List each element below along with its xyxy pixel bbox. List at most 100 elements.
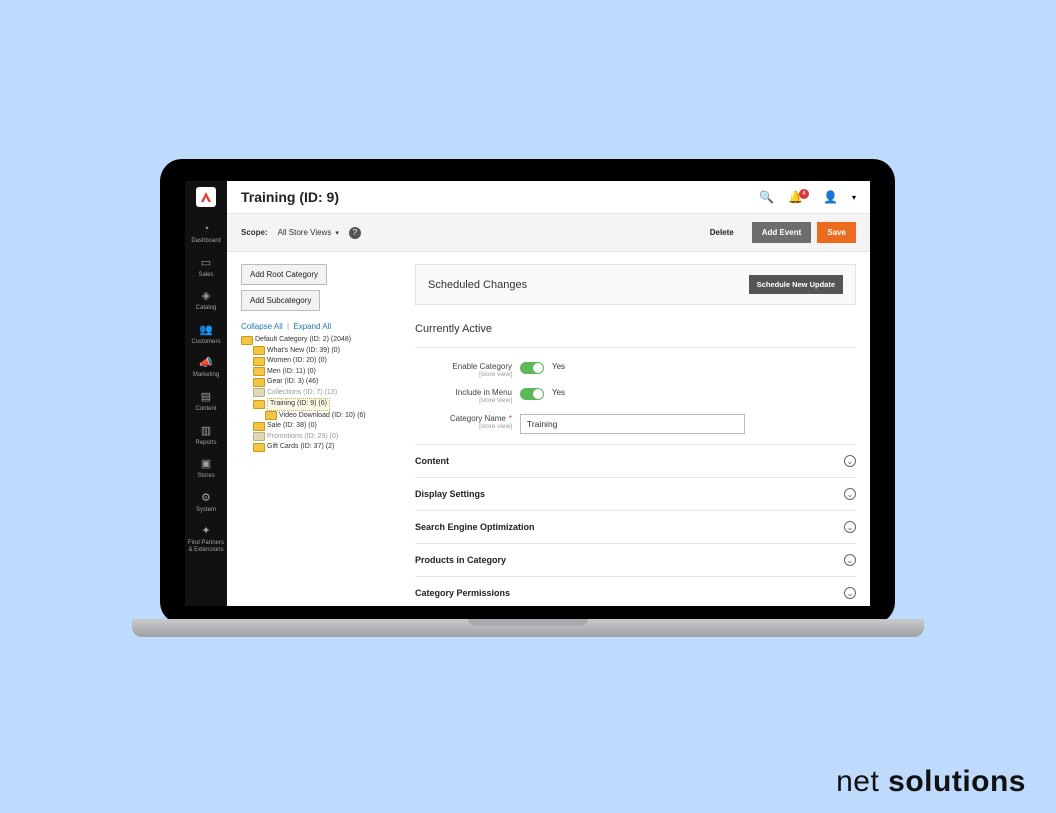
folder-icon: [253, 367, 265, 376]
tree-node-label: Gear (ID: 3) (46): [267, 377, 318, 388]
gauge-icon: ◔: [199, 223, 213, 235]
add-subcategory-button[interactable]: Add Subcategory: [241, 290, 320, 311]
money-icon: ▭: [199, 257, 213, 269]
scope-select[interactable]: All Store Views: [278, 228, 332, 237]
tree-node[interactable]: Default Category (ID: 2) (2048): [241, 335, 399, 346]
admin-sidebar: ◔ Dashboard ▭ Sales ◈ Catalog 👥Customers 📣M…: [185, 181, 227, 606]
chevron-down-icon: ⌄: [844, 554, 856, 566]
scheduled-changes-title: Scheduled Changes: [428, 279, 527, 291]
accordion-section[interactable]: Display Settings⌄: [415, 478, 856, 511]
nav-content[interactable]: ▤ Content: [195, 391, 216, 413]
category-tree-panel: Add Root Category Add Subcategory Collap…: [241, 264, 399, 606]
tree-node[interactable]: Promotions (ID: 29) (0): [241, 432, 399, 443]
layout-icon: ▤: [199, 391, 213, 403]
accordion-label: Content: [415, 456, 844, 466]
nav-label: Dashboard: [191, 238, 220, 245]
puzzle-icon: ✦: [199, 525, 213, 537]
include-in-menu-toggle[interactable]: [520, 388, 544, 400]
delete-button[interactable]: Delete: [700, 222, 744, 243]
nav-sales[interactable]: ▭ Sales: [198, 257, 213, 279]
nav-stores[interactable]: ▣ Stores: [197, 458, 214, 480]
folder-icon: [253, 378, 265, 387]
gear-icon: ⚙: [199, 492, 213, 504]
enable-category-value: Yes: [552, 362, 565, 371]
scheduled-changes-panel: Scheduled Changes Schedule New Update: [415, 264, 856, 305]
nav-label: Find Partners & Extensions: [188, 540, 224, 553]
save-button[interactable]: Save: [817, 222, 856, 243]
category-name-label: Category Name* [store view]: [415, 414, 520, 430]
category-form: Scheduled Changes Schedule New Update Cu…: [415, 264, 856, 606]
accordion-section[interactable]: Products in Category⌄: [415, 544, 856, 577]
category-name-input[interactable]: [520, 414, 745, 434]
app-logo-icon: [196, 187, 216, 207]
tag-icon: ◈: [199, 290, 213, 302]
help-icon[interactable]: ?: [349, 227, 361, 239]
nav-label: Stores: [197, 473, 214, 480]
tree-node-label: Women (ID: 20) (0): [267, 356, 327, 367]
brand-logo: net solutions: [836, 765, 1026, 799]
folder-icon: [253, 357, 265, 366]
accordion-section[interactable]: Content⌄: [415, 445, 856, 478]
notifications-icon[interactable]: 🔔4: [788, 190, 809, 204]
nav-label: Sales: [198, 272, 213, 279]
tree-node[interactable]: Gift Cards (ID: 37) (2): [241, 442, 399, 453]
accordion-section[interactable]: Search Engine Optimization⌄: [415, 511, 856, 544]
nav-partners[interactable]: ✦ Find Partners & Extensions: [188, 525, 224, 553]
include-in-menu-value: Yes: [552, 388, 565, 397]
nav-label: System: [196, 507, 216, 514]
tree-node[interactable]: Men (ID: 11) (0): [241, 367, 399, 378]
search-icon[interactable]: 🔍: [759, 190, 774, 204]
laptop-base: [132, 619, 924, 637]
tree-node[interactable]: Video Download (ID: 10) (6): [241, 411, 399, 422]
category-tree: Default Category (ID: 2) (2048)What's Ne…: [241, 335, 399, 453]
tree-node[interactable]: Women (ID: 20) (0): [241, 356, 399, 367]
add-event-button[interactable]: Add Event: [752, 222, 812, 243]
nav-dashboard[interactable]: ◔ Dashboard: [191, 223, 220, 245]
nav-label: Reports: [195, 440, 216, 447]
nav-label: Customers: [191, 339, 220, 346]
tree-node[interactable]: Training (ID: 9) (6): [241, 398, 399, 411]
chevron-down-icon: ⌄: [844, 455, 856, 467]
tree-node-label: What's New (ID: 39) (0): [267, 346, 340, 357]
nav-system[interactable]: ⚙ System: [196, 492, 216, 514]
account-icon[interactable]: 👤: [823, 190, 838, 204]
tree-node[interactable]: Collections (ID: 7) (13): [241, 388, 399, 399]
add-root-category-button[interactable]: Add Root Category: [241, 264, 327, 285]
folder-icon: [241, 336, 253, 345]
nav-label: Content: [195, 406, 216, 413]
nav-catalog[interactable]: ◈ Catalog: [196, 290, 217, 312]
enable-category-label: Enable Category [store view]: [415, 362, 520, 378]
include-in-menu-label: Include in Menu [store view]: [415, 388, 520, 404]
tree-node[interactable]: Sale (ID: 38) (0): [241, 421, 399, 432]
store-icon: ▣: [199, 458, 213, 470]
account-chevron-icon[interactable]: ▾: [852, 193, 856, 202]
nav-reports[interactable]: ▥Reports: [195, 425, 216, 447]
accordion-section[interactable]: Category Permissions⌄: [415, 577, 856, 606]
tree-node-label: Collections (ID: 7) (13): [267, 388, 337, 399]
currently-active-title: Currently Active: [415, 323, 856, 335]
megaphone-icon: 📣: [199, 357, 213, 369]
schedule-new-update-button[interactable]: Schedule New Update: [749, 275, 843, 294]
tree-node-label: Men (ID: 11) (0): [267, 367, 316, 378]
tree-node-label: Training (ID: 9) (6): [267, 398, 330, 411]
nav-label: Catalog: [196, 305, 217, 312]
notification-badge: 4: [799, 189, 809, 199]
chevron-down-icon: ⌄: [844, 587, 856, 599]
expand-all-link[interactable]: Expand All: [293, 322, 331, 331]
tree-node[interactable]: What's New (ID: 39) (0): [241, 346, 399, 357]
tree-node-label: Video Download (ID: 10) (6): [279, 411, 366, 422]
tree-node[interactable]: Gear (ID: 3) (46): [241, 377, 399, 388]
title-bar: Training (ID: 9) 🔍 🔔4 👤 ▾: [227, 181, 870, 213]
tree-node-label: Sale (ID: 38) (0): [267, 421, 317, 432]
nav-customers[interactable]: 👥Customers: [191, 324, 220, 346]
folder-icon: [253, 346, 265, 355]
folder-icon: [253, 443, 265, 452]
main-content: Training (ID: 9) 🔍 🔔4 👤 ▾ Scope: All Sto…: [227, 181, 870, 606]
folder-icon: [253, 432, 265, 441]
enable-category-toggle[interactable]: [520, 362, 544, 374]
chevron-down-icon[interactable]: ▾: [335, 229, 339, 237]
collapse-all-link[interactable]: Collapse All: [241, 322, 283, 331]
nav-marketing[interactable]: 📣Marketing: [193, 357, 219, 379]
tree-node-label: Gift Cards (ID: 37) (2): [267, 442, 334, 453]
accordion-label: Products in Category: [415, 555, 844, 565]
